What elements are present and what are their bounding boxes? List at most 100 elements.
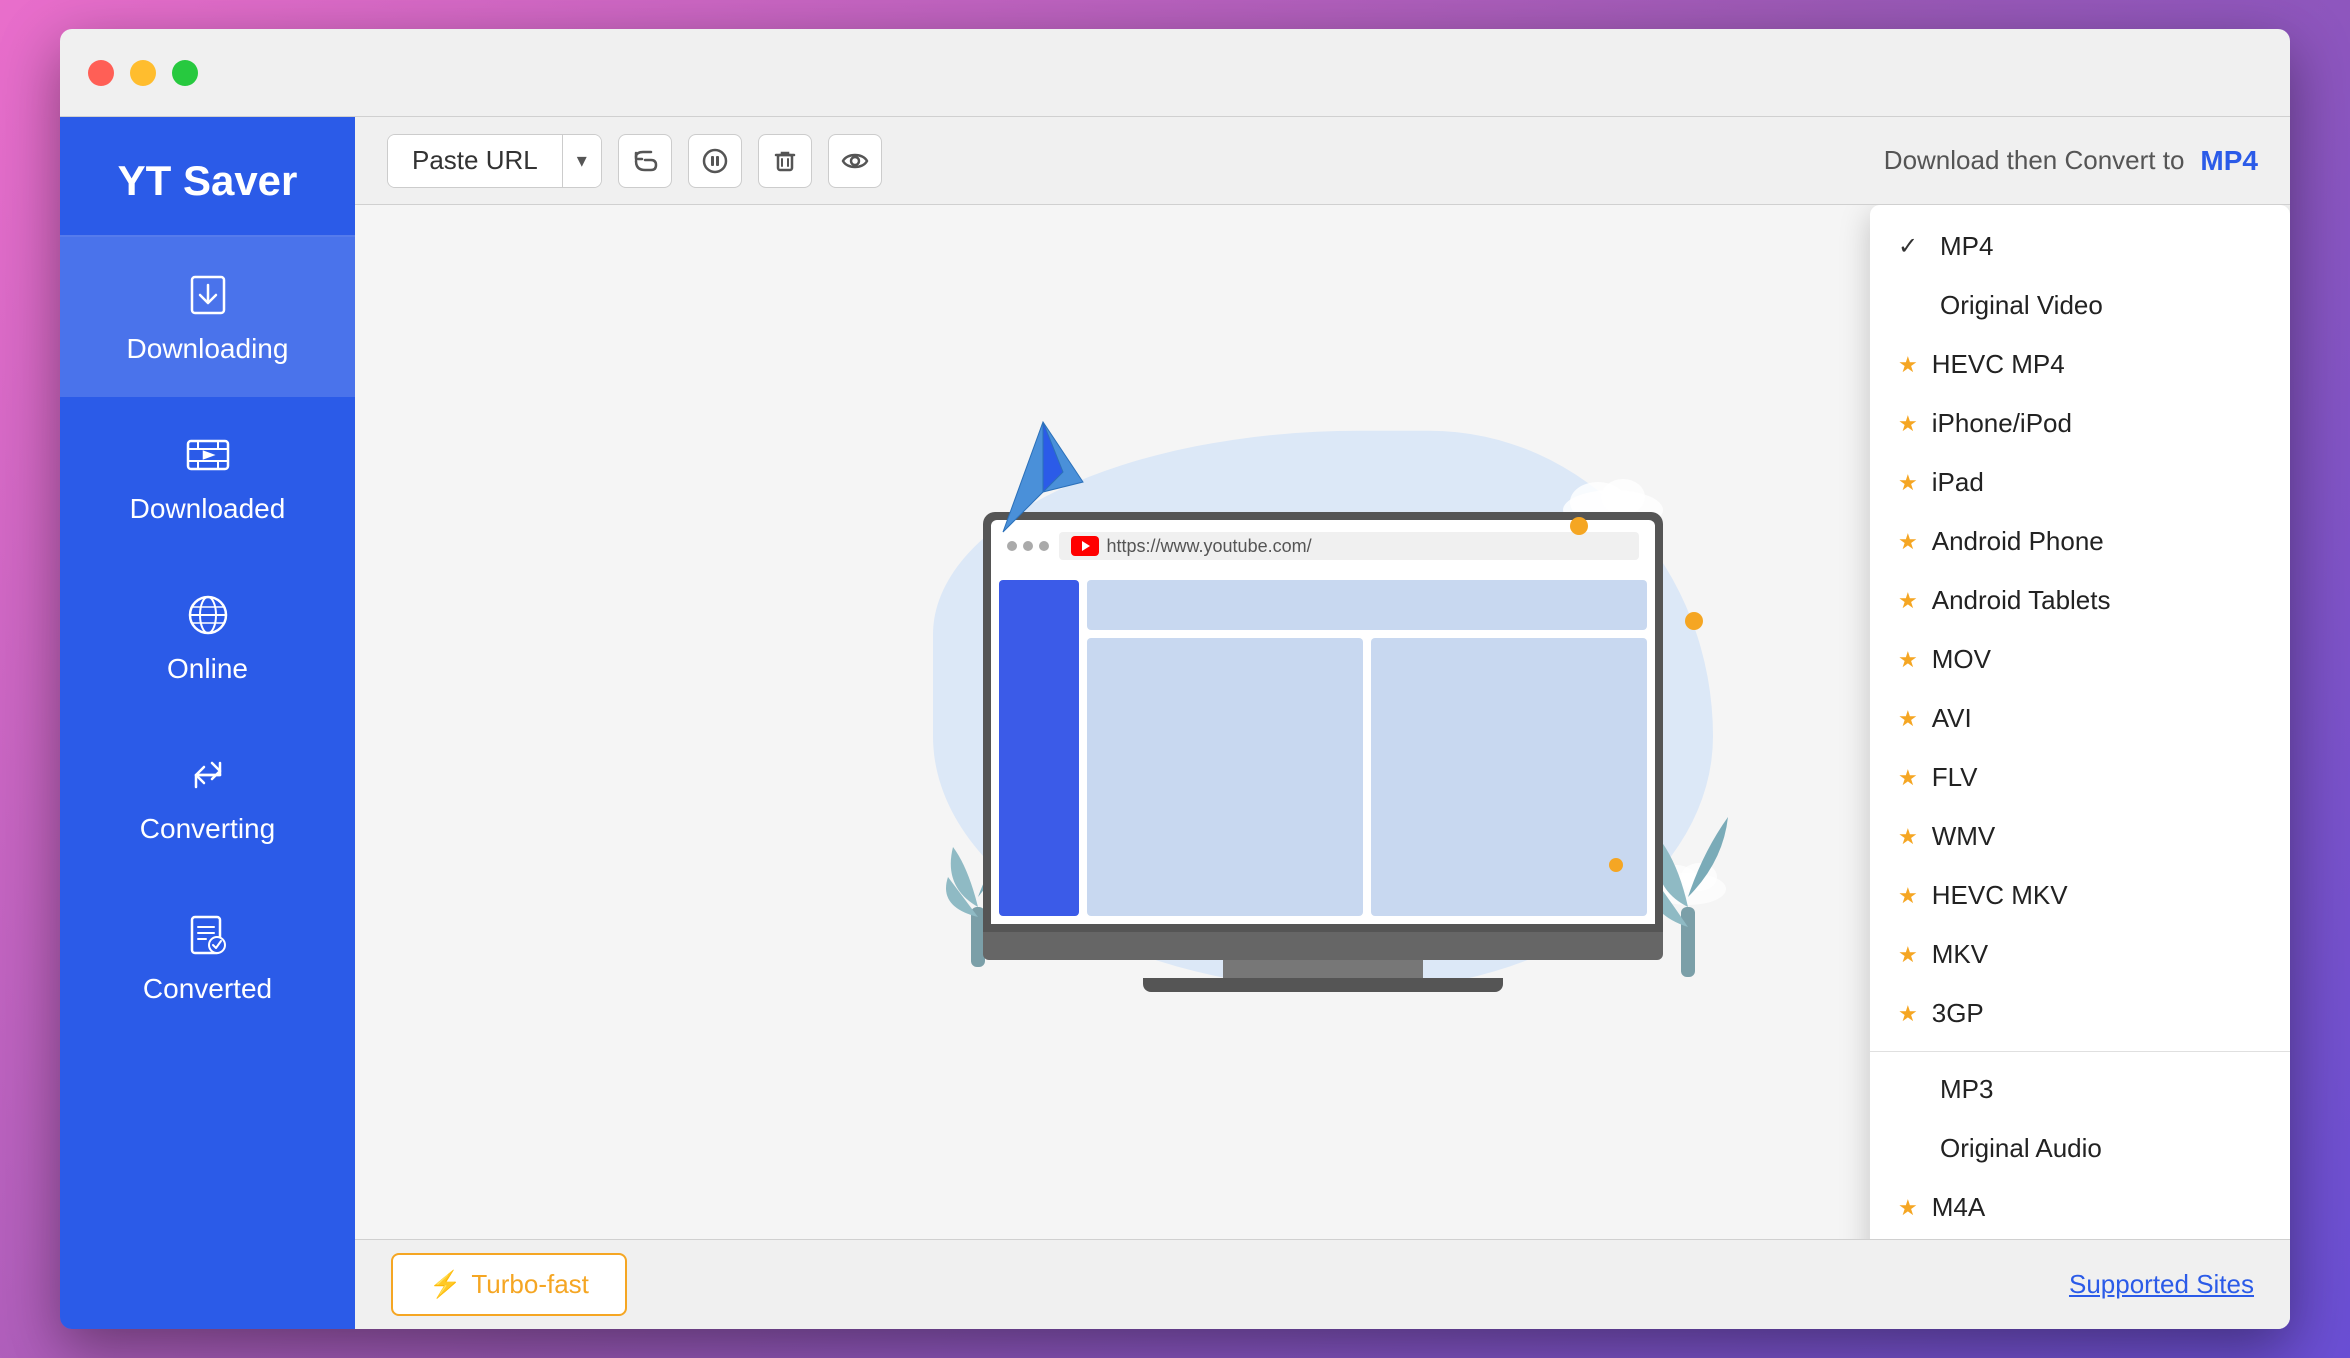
dropdown-item-avi[interactable]: ★ AVI	[1870, 689, 2290, 748]
format-label-original-audio: Original Audio	[1940, 1133, 2102, 1164]
dropdown-item-mp3[interactable]: MP3	[1870, 1060, 2290, 1119]
laptop-foot	[1143, 978, 1503, 992]
format-label-mp3: MP3	[1940, 1074, 1993, 1105]
star-icon-android-phone: ★	[1898, 529, 1918, 555]
star-icon-mkv: ★	[1898, 942, 1918, 968]
dropdown-item-original-audio[interactable]: Original Audio	[1870, 1119, 2290, 1178]
laptop-stand	[1223, 960, 1423, 978]
browser-main-mock	[1087, 580, 1647, 916]
dropdown-item-ipad[interactable]: ★ iPad	[1870, 453, 2290, 512]
traffic-lights	[88, 60, 198, 86]
sidebar-label-converted: Converted	[143, 973, 272, 1005]
star-icon-wmv: ★	[1898, 824, 1918, 850]
sidebar-item-online[interactable]: Online	[60, 557, 355, 717]
format-label-original-video: Original Video	[1940, 290, 2103, 321]
dropdown-item-hevc-mp4[interactable]: ★ HEVC MP4	[1870, 335, 2290, 394]
bottombar: ⚡ Turbo-fast Supported Sites	[355, 1239, 2290, 1329]
sidebar-label-converting: Converting	[140, 813, 275, 845]
format-label-m4a: M4A	[1932, 1192, 1985, 1223]
format-label-hevc-mkv: HEVC MKV	[1932, 880, 2068, 911]
minimize-button[interactable]	[130, 60, 156, 86]
toolbar: Paste URL ▾	[355, 117, 2290, 205]
format-label-hevc-mp4: HEVC MP4	[1932, 349, 2065, 380]
dropdown-separator	[1870, 1051, 2290, 1052]
mock-bar-1	[1087, 580, 1647, 630]
dropdown-item-wav[interactable]: ★ WAV	[1870, 1237, 2290, 1239]
dropdown-item-mov[interactable]: ★ MOV	[1870, 630, 2290, 689]
dropdown-item-mp4[interactable]: ✓ MP4	[1870, 217, 2290, 276]
paper-plane	[993, 412, 1093, 547]
paste-url-dropdown-arrow[interactable]: ▾	[563, 135, 601, 187]
format-label-ipad: iPad	[1932, 467, 1984, 498]
dropdown-item-android-phone[interactable]: ★ Android Phone	[1870, 512, 2290, 571]
dropdown-item-original-video[interactable]: Original Video	[1870, 276, 2290, 335]
deco-dot-1	[1570, 517, 1588, 535]
undo-button[interactable]	[618, 134, 672, 188]
download-icon	[182, 269, 234, 321]
star-icon-hevc-mkv: ★	[1898, 883, 1918, 909]
format-label-android-tablets: Android Tablets	[1932, 585, 2111, 616]
format-label-iphone: iPhone/iPod	[1932, 408, 2072, 439]
dropdown-item-hevc-mkv[interactable]: ★ HEVC MKV	[1870, 866, 2290, 925]
maximize-button[interactable]	[172, 60, 198, 86]
star-icon-iphone: ★	[1898, 411, 1918, 437]
format-label-avi: AVI	[1932, 703, 1972, 734]
convert-label: Download then Convert to	[1884, 145, 2185, 176]
star-icon-android-tablets: ★	[1898, 588, 1918, 614]
format-label-wmv: WMV	[1932, 821, 1996, 852]
dropdown-item-android-tablets[interactable]: ★ Android Tablets	[1870, 571, 2290, 630]
sidebar: YT Saver Downloading	[60, 117, 355, 1329]
star-icon-avi: ★	[1898, 706, 1918, 732]
sidebar-label-downloading: Downloading	[127, 333, 289, 365]
sidebar-item-converted[interactable]: Converted	[60, 877, 355, 1037]
globe-icon	[182, 589, 234, 641]
main-content: Paste URL ▾	[355, 117, 2290, 1329]
format-dropdown: ✓ MP4 Original Video ★ HEVC MP4 ★ iPhone…	[1870, 205, 2290, 1239]
browser-url-text: https://www.youtube.com/	[1107, 536, 1312, 557]
sidebar-label-downloaded: Downloaded	[130, 493, 286, 525]
convert-icon	[182, 749, 234, 801]
laptop: https://www.youtube.com/	[983, 512, 1663, 992]
star-icon-3gp: ★	[1898, 1001, 1918, 1027]
paste-url-group[interactable]: Paste URL ▾	[387, 134, 602, 188]
close-button[interactable]	[88, 60, 114, 86]
preview-button[interactable]	[828, 134, 882, 188]
film-icon	[182, 429, 234, 481]
dropdown-item-wmv[interactable]: ★ WMV	[1870, 807, 2290, 866]
turbo-label: Turbo-fast	[471, 1269, 589, 1300]
dropdown-item-iphone[interactable]: ★ iPhone/iPod	[1870, 394, 2290, 453]
canvas-area: https://www.youtube.com/	[355, 205, 2290, 1239]
sidebar-item-downloaded[interactable]: Downloaded	[60, 397, 355, 557]
format-label-android-phone: Android Phone	[1932, 526, 2104, 557]
mock-block-2	[1371, 638, 1647, 916]
format-label-3gp: 3GP	[1932, 998, 1984, 1029]
laptop-screen: https://www.youtube.com/	[983, 512, 1663, 932]
turbo-fast-button[interactable]: ⚡ Turbo-fast	[391, 1253, 627, 1316]
format-label-mov: MOV	[1932, 644, 1991, 675]
mock-row	[1087, 638, 1647, 916]
laptop-base	[983, 932, 1663, 960]
paste-url-button[interactable]: Paste URL	[388, 135, 562, 187]
pause-button[interactable]	[688, 134, 742, 188]
app-window: YT Saver Downloading	[60, 29, 2290, 1329]
check-icon: ✓	[1898, 232, 1926, 261]
dropdown-item-flv[interactable]: ★ FLV	[1870, 748, 2290, 807]
format-label-mp4: MP4	[1940, 231, 1993, 262]
app-title: YT Saver	[60, 117, 355, 235]
delete-button[interactable]	[758, 134, 812, 188]
browser-content	[991, 572, 1655, 924]
format-label-mkv: MKV	[1932, 939, 1988, 970]
browser-url-bar: https://www.youtube.com/	[1059, 532, 1639, 560]
sidebar-item-converting[interactable]: Converting	[60, 717, 355, 877]
selected-format[interactable]: MP4	[2200, 145, 2258, 177]
star-icon-m4a: ★	[1898, 1195, 1918, 1221]
dropdown-item-m4a[interactable]: ★ M4A	[1870, 1178, 2290, 1237]
content-area: YT Saver Downloading	[60, 117, 2290, 1329]
browser-sidebar-mock	[999, 580, 1079, 916]
sidebar-item-downloading[interactable]: Downloading	[60, 237, 355, 397]
sidebar-label-online: Online	[167, 653, 248, 685]
dropdown-item-3gp[interactable]: ★ 3GP	[1870, 984, 2290, 1043]
deco-dot-3	[1609, 858, 1623, 872]
supported-sites-link[interactable]: Supported Sites	[2069, 1269, 2254, 1300]
dropdown-item-mkv[interactable]: ★ MKV	[1870, 925, 2290, 984]
